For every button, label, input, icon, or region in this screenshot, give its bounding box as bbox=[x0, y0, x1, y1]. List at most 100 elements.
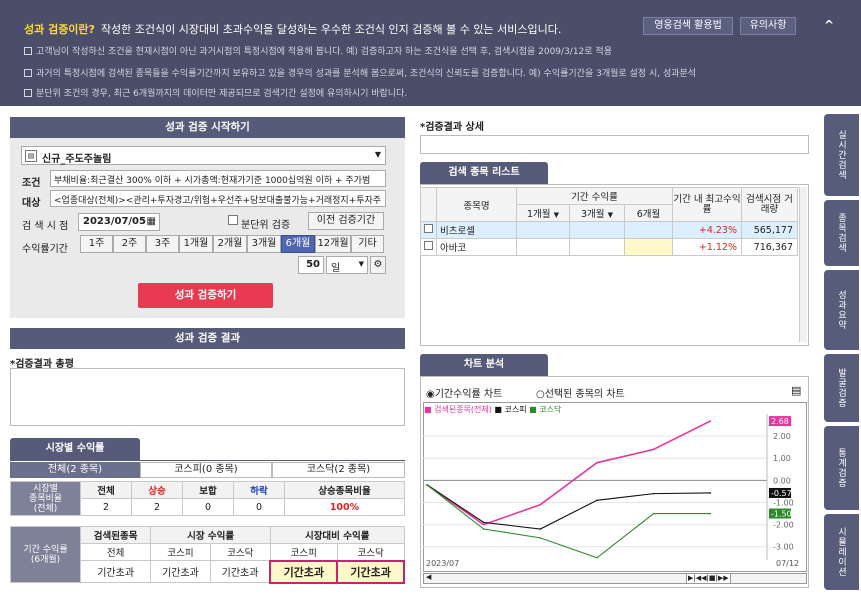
period-1w[interactable]: 1주 bbox=[80, 235, 113, 253]
custom-value-input[interactable]: 50 bbox=[298, 256, 324, 274]
tab-market-returns[interactable]: 시장별 수익률 bbox=[10, 438, 140, 460]
legend-item: ■ 코스닥 bbox=[529, 405, 562, 414]
date-input[interactable]: 2023/07/05 ▦ bbox=[78, 213, 160, 231]
side-tab-statistics[interactable]: 통계검증 bbox=[824, 426, 859, 510]
summary-box bbox=[10, 368, 405, 426]
info-line: 고객님이 작성하신 조건을 현재시점이 아닌 과거시점의 특정시점에 적용해 봅… bbox=[24, 44, 612, 57]
market-subtabs: 전체(2 종목) 코스피(0 종목) 코스닥(2 종목) bbox=[10, 462, 405, 478]
collapse-icon[interactable]: ^ bbox=[824, 18, 834, 32]
data-point bbox=[652, 512, 655, 515]
legend-item: ■ 검색된종목(전체) bbox=[424, 405, 492, 414]
y-tick-label: 1.00 bbox=[773, 454, 791, 463]
data-point bbox=[539, 528, 542, 530]
subtab-kosdaq[interactable]: 코스닥(2 종목) bbox=[272, 462, 405, 478]
minute-label: 분단위 검증 bbox=[241, 220, 291, 231]
legend-item: ■ 코스피 bbox=[494, 405, 527, 414]
radio-period-chart[interactable]: ◉기간수익률 차트 bbox=[426, 385, 502, 400]
data-point bbox=[596, 461, 598, 464]
period-12m[interactable]: 12개월 bbox=[315, 235, 351, 253]
info-banner: 성과 검증이란? 작성한 조건식이 시장대비 초과수익을 달성하는 우수한 조건식… bbox=[0, 0, 861, 106]
chevron-down-icon: ▼ bbox=[607, 211, 613, 219]
series-line bbox=[426, 484, 711, 530]
target-text: <업종대상(전체)><관리+투자경고/위험+우선주+담보대출불가능+거래정지+투… bbox=[50, 190, 386, 207]
period-3m[interactable]: 3개월 bbox=[247, 235, 281, 253]
calendar-icon: ▦ bbox=[146, 216, 156, 227]
data-point bbox=[652, 492, 655, 495]
table-row[interactable]: 비츠로셀 +4.23% 565,177 bbox=[420, 221, 798, 239]
unit-select[interactable]: 일 ▼ bbox=[326, 256, 368, 274]
chart-nav-buttons: ▶|◀◀|■|▶▶ bbox=[686, 573, 731, 584]
info-line: 분단위 조건의 경우, 최근 6개월까지의 데이터만 제공되므로 검색기간 설정… bbox=[24, 86, 407, 99]
data-point bbox=[709, 492, 712, 494]
condition-icon: ▤ bbox=[25, 150, 37, 162]
guide-button[interactable]: 영웅검색 활용법 bbox=[643, 17, 733, 35]
data-point bbox=[539, 503, 542, 506]
target-label: 대상 bbox=[22, 198, 41, 209]
period-2w[interactable]: 2주 bbox=[113, 235, 146, 253]
notice-button[interactable]: 유의사항 bbox=[740, 17, 796, 35]
date-label: 검 색 시 점 bbox=[22, 221, 69, 232]
settings-icon[interactable]: ⚙ bbox=[370, 256, 386, 274]
chart-scrollbar[interactable]: ◀ ▶|◀◀|■|▶▶ bbox=[423, 573, 807, 584]
period-label: 수익률기간 bbox=[22, 244, 68, 255]
ratio-label: 시장별 종목비율 (전체) bbox=[10, 481, 81, 516]
data-point bbox=[426, 483, 428, 486]
data-point bbox=[709, 420, 712, 422]
info-title: 성과 검증이란? 작성한 조건식이 시장대비 초과수익을 달성하는 우수한 조건식… bbox=[24, 23, 562, 36]
tab-chart-analysis[interactable]: 차트 분석 bbox=[420, 354, 548, 376]
side-tab-realtime[interactable]: 실시간검색 bbox=[824, 114, 859, 196]
data-point bbox=[482, 523, 485, 526]
end-value-label: 2.68 bbox=[771, 417, 789, 426]
return-table: 기간 수익률 (6개월) 검색된종목 시장 수익률 시장대비 수익률 전체 코스피 코스닥… bbox=[10, 526, 405, 584]
period-3w[interactable]: 3주 bbox=[146, 235, 179, 253]
data-point bbox=[596, 499, 598, 502]
return-label: 기간 수익률 (6개월) bbox=[10, 526, 81, 583]
x-end-label: 07/12 bbox=[776, 559, 800, 568]
prev-period-button[interactable]: 이전 검증기간 bbox=[308, 212, 384, 230]
info-line: 과거의 특정시점에 검색된 종목들을 수익률기간까지 보유하고 있을 경우의 성… bbox=[24, 66, 696, 79]
chevron-down-icon: ▼ bbox=[553, 211, 559, 219]
side-tab-discovery[interactable]: 발굴검증 bbox=[824, 354, 859, 422]
run-verification-button[interactable]: 성과 검증하기 bbox=[138, 283, 273, 308]
side-tab-simulation[interactable]: 시뮬레이션 bbox=[824, 514, 859, 590]
data-point bbox=[482, 521, 485, 524]
subtab-kospi[interactable]: 코스피(0 종목) bbox=[140, 462, 272, 478]
y-tick-label: -1.00 bbox=[773, 498, 794, 507]
data-point bbox=[482, 528, 485, 530]
ratio-table: 시장별 종목비율 (전체) 전체 상승 보합 하락 상승종목비율 2 2 0 0 100% bbox=[10, 481, 405, 516]
cond-label: 조건 bbox=[22, 178, 41, 189]
start-header: 성과 검증 시작하기 bbox=[10, 117, 405, 138]
tab-stock-list[interactable]: 검색 종목 리스트 bbox=[420, 162, 548, 184]
period-2m[interactable]: 2개월 bbox=[213, 235, 247, 253]
data-point bbox=[709, 512, 712, 515]
result-header: 성과 검증 결과 bbox=[10, 328, 405, 349]
stock-list-table: 종목명 기간 수익률 기간 내 최고수익률 검색시점 거래량 1개월 ▼ 3개월 ▼ 6개… bbox=[420, 187, 798, 256]
row-checkbox bbox=[424, 241, 433, 250]
period-1m[interactable]: 1개월 bbox=[179, 235, 213, 253]
detail-label: *검증결과 상세 bbox=[420, 122, 484, 133]
period-6m[interactable]: 6개월 bbox=[281, 235, 315, 253]
condition-select[interactable]: ▤ 신규_주도주놀림 ▼ bbox=[21, 146, 386, 165]
end-value-label: -0.57 bbox=[771, 489, 792, 498]
list-scrollbar[interactable] bbox=[799, 187, 807, 342]
condition-text: 부채비율:최근결산 300% 이하 + 시가총액:현재가기준 1000십억원 이… bbox=[50, 170, 386, 187]
radio-stock-chart[interactable]: ○선택된 종목의 차트 bbox=[536, 385, 625, 400]
table-icon[interactable]: ▤ bbox=[791, 384, 801, 397]
y-tick-label: 2.00 bbox=[773, 432, 791, 441]
subtab-all[interactable]: 전체(2 종목) bbox=[10, 462, 140, 478]
side-tab-stock-search[interactable]: 종목검색 bbox=[824, 200, 859, 266]
minute-checkbox[interactable] bbox=[228, 215, 238, 225]
row-checkbox bbox=[424, 224, 433, 233]
chevron-down-icon: ▼ bbox=[374, 150, 381, 159]
x-start-label: 2023/07 bbox=[426, 559, 460, 568]
y-tick-label: -3.00 bbox=[773, 543, 794, 552]
detail-box bbox=[420, 135, 809, 154]
side-tab-performance-summary[interactable]: 성과요약 bbox=[824, 270, 859, 350]
data-point bbox=[539, 537, 542, 539]
data-point bbox=[652, 448, 655, 451]
data-point bbox=[596, 556, 598, 559]
end-value-label: -1.50 bbox=[771, 510, 792, 519]
table-row[interactable]: 아바코 +1.12% 716,367 bbox=[420, 238, 798, 256]
y-tick-label: -2.00 bbox=[773, 521, 794, 530]
period-other[interactable]: 기타 bbox=[351, 235, 384, 253]
